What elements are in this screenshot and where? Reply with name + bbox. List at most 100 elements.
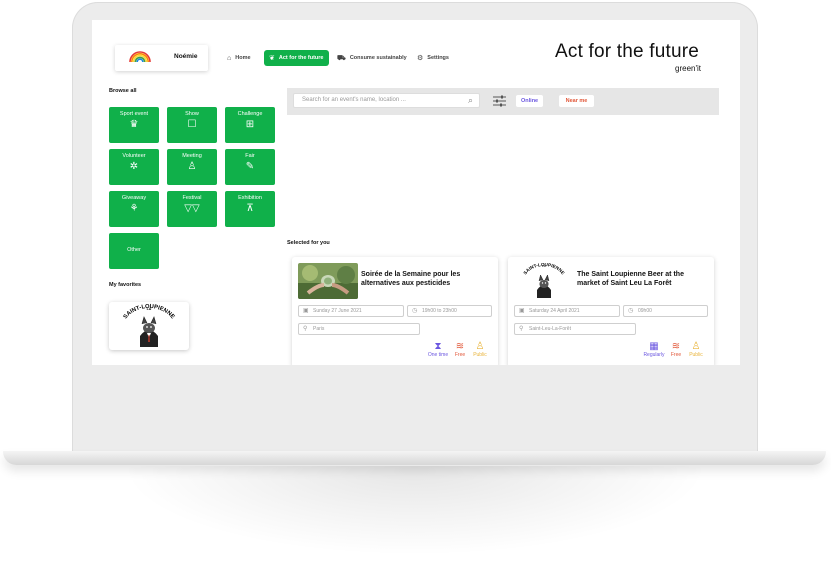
public-icon: ♙ <box>475 341 485 352</box>
event-date-field: ▣ Saturday 24 April 2021 <box>514 305 620 317</box>
nav-settings-label: Settings <box>427 55 449 61</box>
event-card[interactable]: LA SAINT-LOUPIENNE The Saint Loupienne B… <box>508 257 714 365</box>
profile-card[interactable]: Noémie <box>115 45 208 71</box>
browse-all-heading: Browse all <box>109 88 137 94</box>
attribute-label: Public <box>473 352 487 358</box>
event-time-field: ◷ 09h00 <box>623 305 708 317</box>
nav-home-label: Home <box>235 55 251 61</box>
gear-icon: ⚙ <box>417 55 424 62</box>
hands-icon: ❦ <box>269 55 275 62</box>
search-icon[interactable]: ⌕ <box>468 95 473 106</box>
attribute-frequency: ⧗ One time <box>427 341 449 358</box>
cart-icon: ⛟ <box>337 54 346 62</box>
free-icon: ≋ <box>455 341 465 352</box>
event-time: 19h00 to 23h00 <box>422 308 457 314</box>
attribute-audience: ♙ Public <box>685 341 707 358</box>
category-label: Festival <box>182 195 202 201</box>
nav-act-for-the-future[interactable]: ❦ Act for the future <box>264 50 329 66</box>
hourglass-icon: ⧗ <box>434 341 442 352</box>
category-challenge[interactable]: Challenge ⊞ <box>225 107 275 143</box>
person-icon: ♙ <box>187 161 197 172</box>
filter-sliders-icon[interactable] <box>493 95 506 107</box>
nav-home[interactable]: ⌂ Home <box>227 50 251 66</box>
near-me-filter-button[interactable]: Near me <box>559 95 594 107</box>
online-filter-button[interactable]: Online <box>516 95 544 107</box>
event-thumbnail <box>298 263 358 299</box>
clock-icon: ◷ <box>628 308 634 314</box>
feather-icon: ✎ <box>245 161 255 172</box>
attribute-frequency: ▦ Regularly <box>643 341 665 358</box>
event-thumbnail: LA SAINT-LOUPIENNE <box>514 263 574 299</box>
svg-text:SAINT-LOUPIENNE: SAINT-LOUPIENNE <box>123 304 176 320</box>
category-label: Show <box>185 111 199 117</box>
category-label: Exhibition <box>238 195 262 201</box>
attribute-label: One time <box>427 352 449 358</box>
clock-icon: ◷ <box>412 308 418 314</box>
rainbow-icon <box>129 51 151 63</box>
event-time-field: ◷ 19h00 to 23h00 <box>407 305 492 317</box>
event-location: Saint-Leu-La-Forêt <box>529 326 571 332</box>
search-placeholder: Search for an event's name, location ... <box>302 97 406 103</box>
category-show[interactable]: Show ☐ <box>167 107 217 143</box>
event-date: Sunday 27 June 2021 <box>313 308 362 314</box>
category-label: Sport event <box>119 111 149 117</box>
brand-logo-text: green'it <box>675 64 701 73</box>
category-giveaway[interactable]: Giveaway ⚘ <box>109 191 159 227</box>
calendar-icon: ▣ <box>303 308 309 314</box>
bunting-icon: ▽▽ <box>184 203 200 214</box>
my-favorites-heading: My favorites <box>109 282 142 288</box>
nav-act-label: Act for the future <box>278 55 324 61</box>
public-icon: ♙ <box>691 341 701 352</box>
category-festival[interactable]: Festival ▽▽ <box>167 191 217 227</box>
home-icon: ⌂ <box>227 54 232 62</box>
attribute-label: Regularly <box>643 352 665 358</box>
location-pin-icon: ⚲ <box>303 326 308 332</box>
calendar-icon: ▦ <box>649 341 659 352</box>
attribute-label: Free <box>454 352 466 358</box>
attribute-label: Free <box>670 352 682 358</box>
search-toolbar: Search for an event's name, location ...… <box>287 88 719 115</box>
category-volunteer[interactable]: Volunteer ✲ <box>109 149 159 185</box>
location-pin-icon: ⚲ <box>519 326 524 332</box>
category-label: Volunteer <box>122 153 146 159</box>
category-exhibition[interactable]: Exhibition ⊼ <box>225 191 275 227</box>
event-time: 09h00 <box>638 308 652 314</box>
favorite-item[interactable]: LA SAINT-LOUPIENNE <box>109 302 189 350</box>
free-icon: ≋ <box>671 341 681 352</box>
attribute-audience: ♙ Public <box>469 341 491 358</box>
popcorn-icon: ☐ <box>187 119 197 130</box>
easel-icon: ⊼ <box>246 203 254 214</box>
search-input[interactable]: Search for an event's name, location ...… <box>293 93 480 108</box>
category-label: Fair <box>245 153 255 159</box>
event-location-field: ⚲ Paris <box>298 323 420 335</box>
trophy-icon: ♛ <box>129 119 139 130</box>
event-title: Soirée de la Semaine pour les alternativ… <box>361 271 461 287</box>
attribute-label: Public <box>689 352 703 358</box>
attribute-price: ≋ Free <box>449 341 471 358</box>
event-title: The Saint Loupienne Beer at the market o… <box>577 271 684 287</box>
category-label: Meeting <box>182 153 202 159</box>
event-date-field: ▣ Sunday 27 June 2021 <box>298 305 404 317</box>
svg-text:SAINT-LOUPIENNE: SAINT-LOUPIENNE <box>522 263 565 275</box>
category-sport-event[interactable]: Sport event ♛ <box>109 107 159 143</box>
event-location-field: ⚲ Saint-Leu-La-Forêt <box>514 323 636 335</box>
heart-hands-icon: ✲ <box>129 161 139 172</box>
category-other[interactable]: Other <box>109 233 159 269</box>
nav-consume-label: Consume sustainably <box>349 55 407 61</box>
saint-loupienne-logo: LA SAINT-LOUPIENNE <box>123 304 176 347</box>
category-label: Giveaway <box>121 195 147 201</box>
laptop-base <box>3 451 826 465</box>
attribute-price: ≋ Free <box>665 341 687 358</box>
category-meeting[interactable]: Meeting ♙ <box>167 149 217 185</box>
user-name: Noémie <box>174 53 198 60</box>
event-date: Saturday 24 April 2021 <box>529 308 580 314</box>
selected-for-you-heading: Selected for you <box>287 240 330 246</box>
category-fair[interactable]: Fair ✎ <box>225 149 275 185</box>
nav-settings[interactable]: ⚙ Settings <box>417 50 449 66</box>
nav-consume-sustainably[interactable]: ⛟ Consume sustainably <box>337 50 407 66</box>
puzzle-icon: ⊞ <box>245 119 255 130</box>
event-card[interactable]: Soirée de la Semaine pour les alternativ… <box>292 257 498 365</box>
category-label: Challenge <box>237 111 263 117</box>
calendar-icon: ▣ <box>519 308 525 314</box>
laptop-shadow <box>120 466 710 556</box>
